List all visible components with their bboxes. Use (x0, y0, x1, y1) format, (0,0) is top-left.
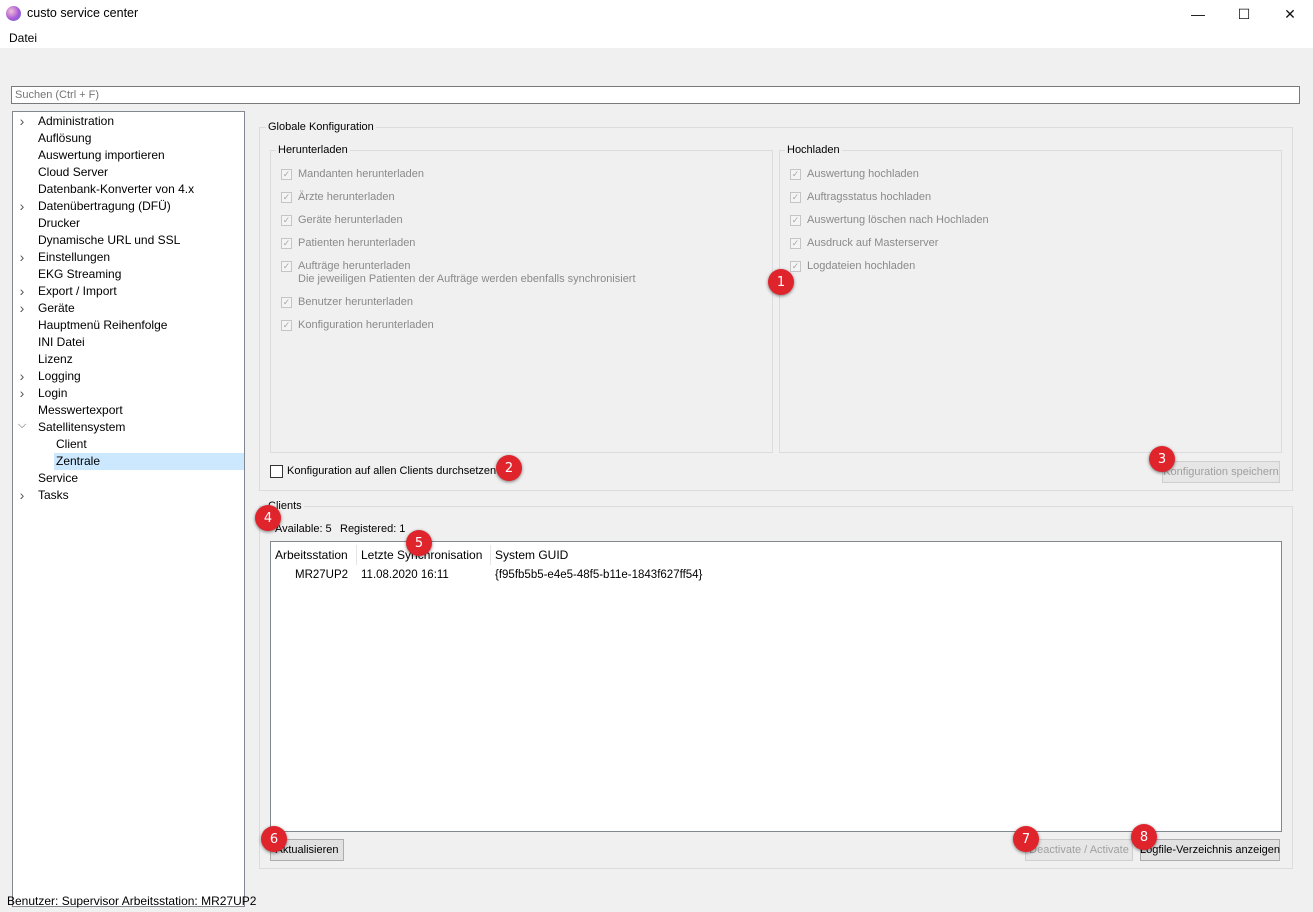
tree-item[interactable]: Logging (36, 368, 81, 385)
collapse-arrow-icon[interactable]: ⌵ (17, 419, 27, 436)
expand-arrow-icon[interactable]: › (17, 198, 27, 215)
menu-datei[interactable]: Datei (9, 31, 37, 45)
checkbox-label: Aufträge herunterladen (298, 260, 411, 272)
checkbox-label: Auftragsstatus hochladen (807, 191, 932, 203)
annotation-badge-3: 3 (1149, 446, 1175, 472)
title-bar: custo service center — ☐ ✕ (0, 0, 1313, 28)
checkbox[interactable]: ✓ (790, 192, 801, 203)
cell-station: MR27UP2 (295, 569, 349, 581)
checkbox[interactable]: ✓ (790, 238, 801, 249)
tree-item[interactable]: Datenübertragung (DFÜ) (36, 198, 171, 215)
status-bar: Benutzer: Supervisor Arbeitsstation: MR2… (7, 894, 257, 908)
checkbox-label: Ausdruck auf Masterserver (807, 237, 939, 249)
annotation-badge-2: 2 (496, 455, 522, 481)
annotation-badge-4: 4 (255, 505, 281, 531)
global-config-title: Globale Konfiguration (266, 121, 376, 134)
checkbox-label: Patienten herunterladen (298, 237, 416, 249)
expand-arrow-icon[interactable]: › (17, 487, 27, 504)
checkbox-label: Logdateien hochladen (807, 260, 916, 272)
enforce-config-checkbox[interactable] (270, 465, 283, 478)
tree-item[interactable]: Cloud Server (36, 164, 108, 181)
annotation-badge-6: 6 (261, 826, 287, 852)
tree-item[interactable]: Auflösung (36, 130, 91, 147)
annotation-badge-5: 5 (406, 530, 432, 556)
column-header-guid[interactable]: System GUID (491, 545, 891, 565)
checkbox-label: Ärzte herunterladen (298, 191, 395, 203)
checkbox[interactable]: ✓ (281, 320, 292, 331)
download-group-title: Herunterladen (276, 144, 350, 157)
checkbox[interactable]: ✓ (281, 297, 292, 308)
cell-last-sync: 11.08.2020 16:11 (361, 569, 449, 581)
tree-item[interactable]: Geräte (36, 300, 75, 317)
column-header-station[interactable]: Arbeitsstation (271, 545, 357, 565)
tree-item[interactable]: Service (36, 470, 78, 487)
app-logo-icon (6, 6, 21, 21)
expand-arrow-icon[interactable]: › (17, 300, 27, 317)
close-button[interactable]: ✕ (1267, 0, 1313, 28)
tree-item[interactable]: Hauptmenü Reihenfolge (36, 317, 167, 334)
upload-group-title: Hochladen (785, 144, 842, 157)
available-count: Available: 5 (275, 523, 332, 535)
window-title: custo service center (27, 6, 139, 20)
deactivate-activate-button[interactable]: Deactivate / Activate (1025, 839, 1133, 861)
tree-item[interactable]: Auswertung importieren (36, 147, 165, 164)
tree-item[interactable]: Datenbank-Konverter von 4.x (36, 181, 194, 198)
menu-bar: Datei (0, 28, 1313, 48)
tree-item[interactable]: INI Datei (36, 334, 85, 351)
tree-item[interactable]: Dynamische URL und SSL (36, 232, 180, 249)
checkbox[interactable]: ✓ (281, 169, 292, 180)
checkbox[interactable]: ✓ (281, 238, 292, 249)
tree-item[interactable]: Export / Import (36, 283, 117, 300)
annotation-badge-7: 7 (1013, 826, 1039, 852)
checkbox-label: Mandanten herunterladen (298, 168, 424, 180)
tree-item[interactable]: EKG Streaming (36, 266, 121, 283)
checkbox-label: Auswertung hochladen (807, 168, 919, 180)
save-config-button[interactable]: Konfiguration speichern (1162, 461, 1280, 483)
expand-arrow-icon[interactable]: › (17, 283, 27, 300)
minimize-button[interactable]: — (1175, 0, 1221, 28)
tree-item[interactable]: Einstellungen (36, 249, 110, 266)
enforce-config-label: Konfiguration auf allen Clients durchset… (287, 465, 497, 477)
expand-arrow-icon[interactable]: › (17, 113, 27, 130)
checkbox-label: Geräte herunterladen (298, 214, 403, 226)
tree-item[interactable]: Zentrale (54, 453, 244, 470)
tree-item[interactable]: Administration (36, 113, 114, 130)
search-input[interactable] (11, 86, 1300, 104)
tree-item[interactable]: Drucker (36, 215, 80, 232)
tree-item[interactable]: Satellitensystem (36, 419, 125, 436)
checkbox-label: Auswertung löschen nach Hochladen (807, 214, 989, 226)
checkbox[interactable]: ✓ (790, 169, 801, 180)
checkbox[interactable]: ✓ (790, 261, 801, 272)
clients-table[interactable]: Arbeitsstation Letzte Synchronisation Sy… (270, 541, 1282, 832)
cell-guid: {f95fb5b5-e4e5-48f5-b11e-1843f627ff54} (495, 569, 703, 581)
tree-item[interactable]: Messwertexport (36, 402, 123, 419)
navigation-tree[interactable]: › Administration Auflösung Auswertung impor… (12, 111, 245, 907)
checkbox-label: Konfiguration herunterladen (298, 319, 434, 331)
checkbox[interactable]: ✓ (790, 215, 801, 226)
tree-item[interactable]: Lizenz (36, 351, 73, 368)
show-logfile-dir-button[interactable]: Logfile-Verzeichnis anzeigen (1140, 839, 1280, 861)
checkbox[interactable]: ✓ (281, 192, 292, 203)
annotation-badge-1: 1 (768, 269, 794, 295)
sync-note: Die jeweiligen Patienten der Aufträge we… (298, 273, 636, 285)
maximize-button[interactable]: ☐ (1221, 0, 1267, 28)
checkbox[interactable]: ✓ (281, 261, 292, 272)
tree-item[interactable]: Client (54, 436, 87, 453)
tree-item[interactable]: Tasks (36, 487, 69, 504)
checkbox[interactable]: ✓ (281, 215, 292, 226)
tree-item[interactable]: Login (36, 385, 67, 402)
expand-arrow-icon[interactable]: › (17, 385, 27, 402)
expand-arrow-icon[interactable]: › (17, 249, 27, 266)
checkbox-label: Benutzer herunterladen (298, 296, 413, 308)
annotation-badge-8: 8 (1131, 824, 1157, 850)
registered-count: Registered: 1 (340, 523, 406, 535)
expand-arrow-icon[interactable]: › (17, 368, 27, 385)
